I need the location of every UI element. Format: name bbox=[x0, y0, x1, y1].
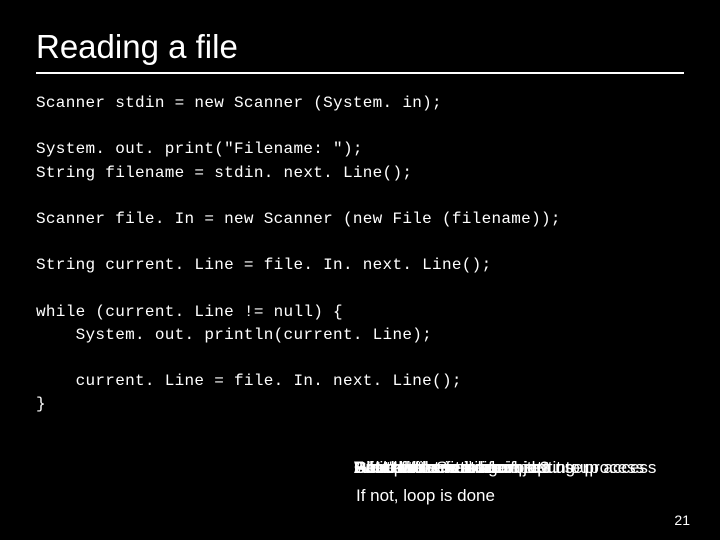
slide-title: Reading a file bbox=[36, 28, 684, 66]
annotation-text: A lot of that was again setting up acces… bbox=[354, 458, 656, 478]
annotation-overlay: Set up the Scanner object Get the file n… bbox=[354, 458, 684, 506]
title-underline bbox=[36, 72, 684, 74]
annotation-stack: Set up the Scanner object Get the file n… bbox=[354, 458, 684, 482]
annotation-line2: If not, loop is done bbox=[354, 486, 684, 506]
code-block: Scanner stdin = new Scanner (System. in)… bbox=[36, 92, 684, 417]
page-number: 21 bbox=[674, 512, 690, 528]
